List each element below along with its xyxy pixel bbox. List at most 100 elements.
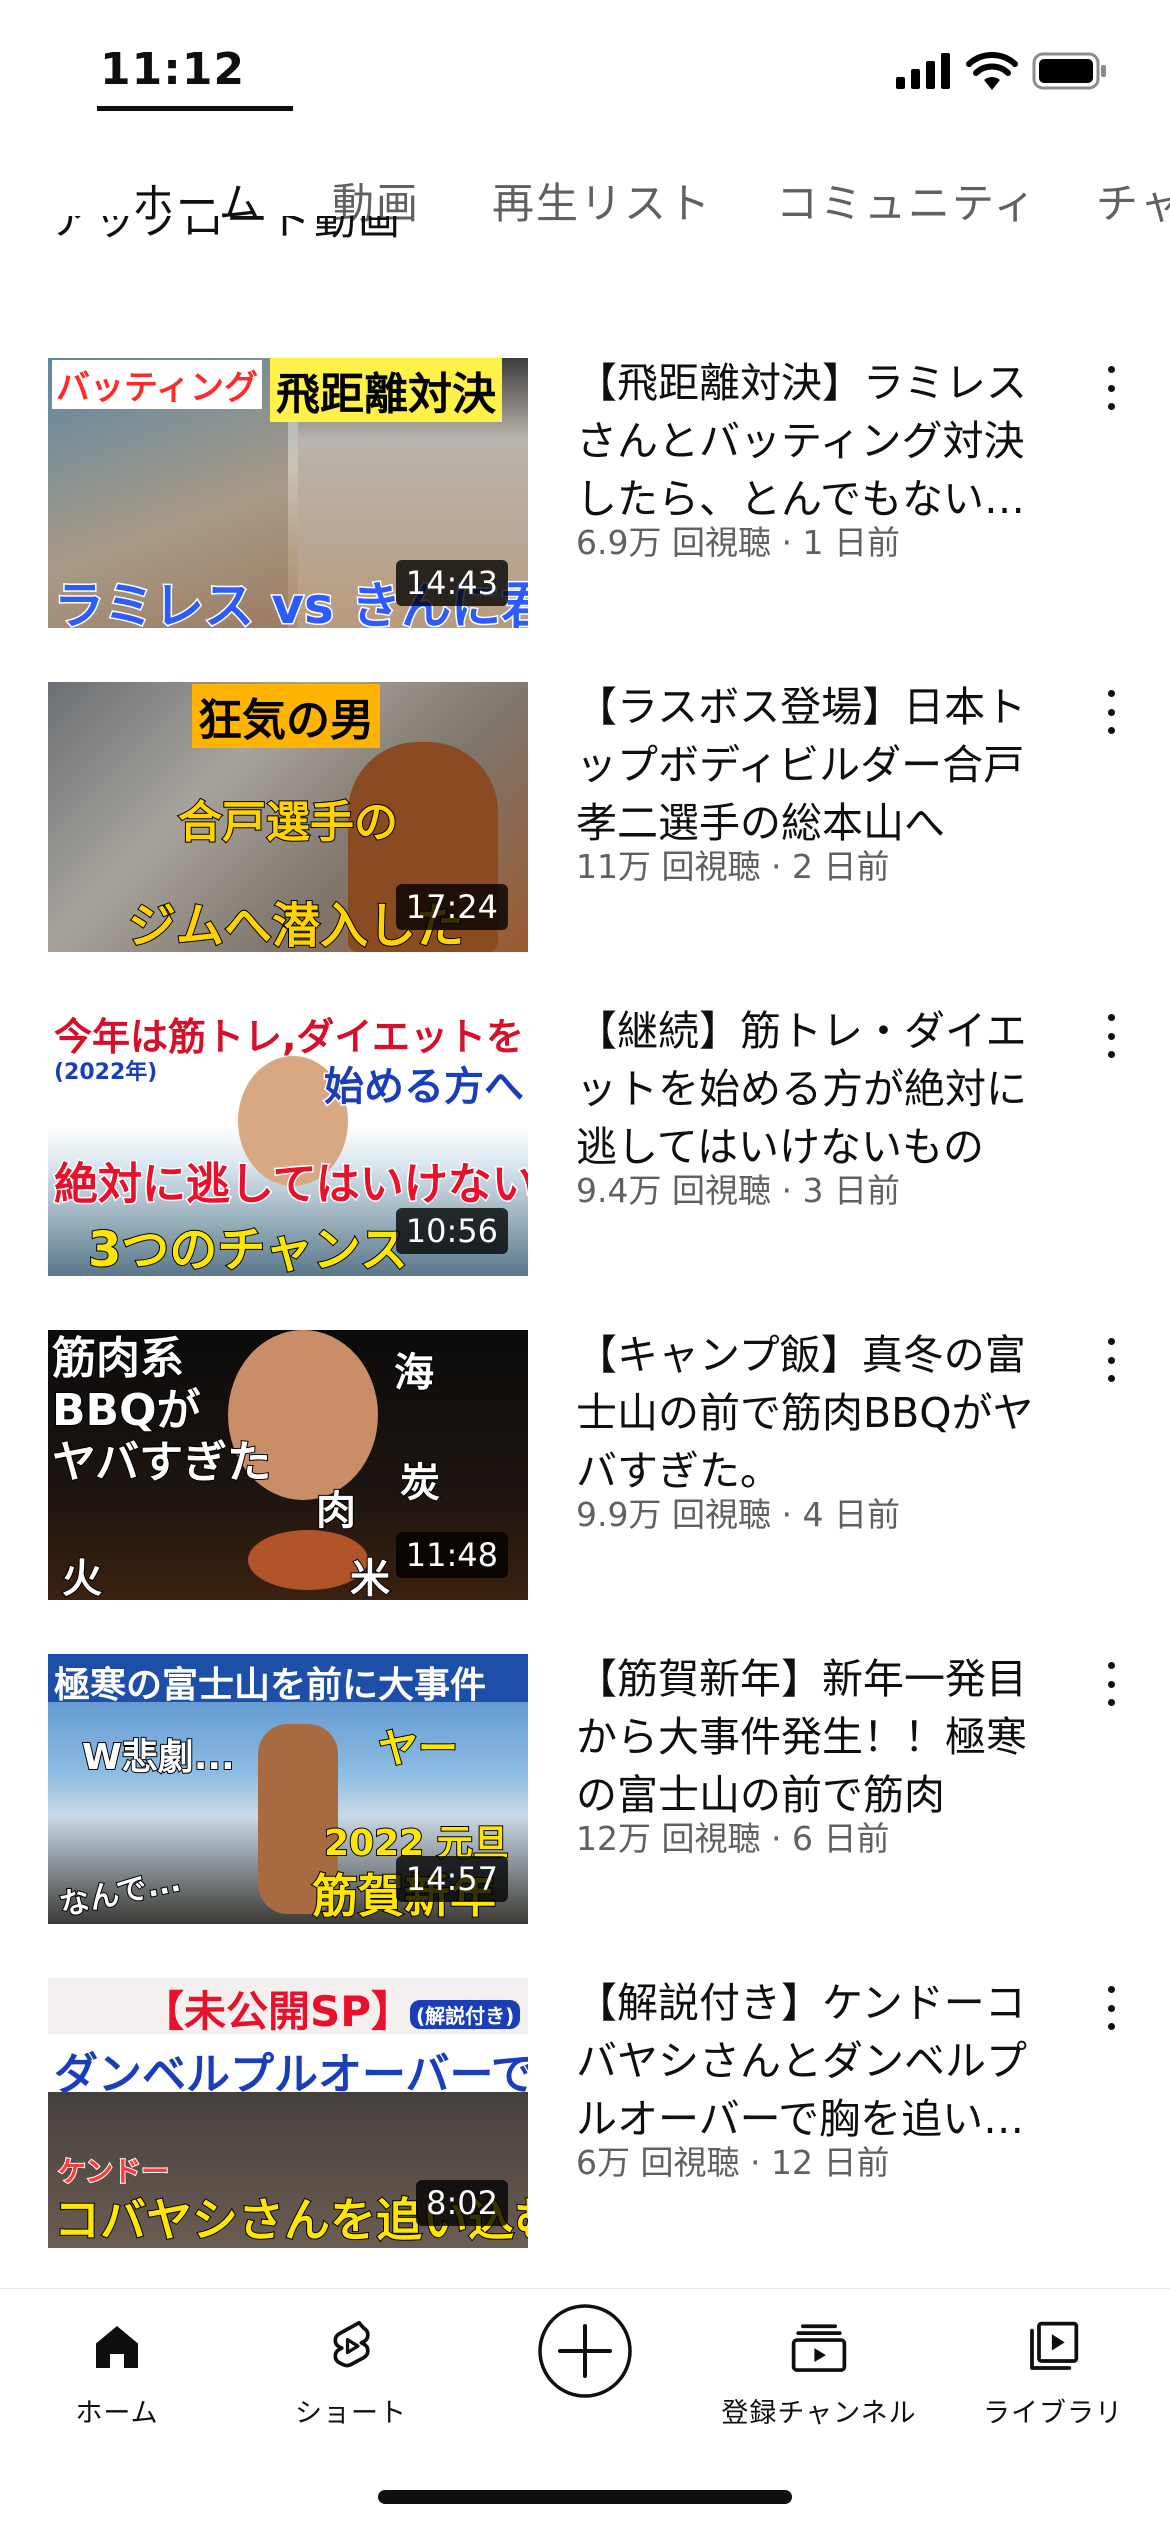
nav-label: ホーム [75,2398,159,2429]
upload-age: 12 日前 [770,2143,890,2182]
video-duration: 10:56 [395,1208,508,1254]
video-duration: 11:48 [395,1532,508,1578]
video-thumbnail[interactable]: 今年は筋トレ,ダイエットを (2022年) 始める方へ 絶対に逃してはいけない … [48,1006,528,1276]
view-count: 12万 回視聴 [576,1819,761,1858]
thumbnail-text: 極寒の富士山を前に大事件 [54,1665,487,1706]
section-title: アップロード動画 [50,216,403,244]
thumbnail-text: 狂気の男 [192,684,380,748]
thumbnail-text: ダンベルプルオーバーで [54,2049,528,2100]
more-options-icon[interactable] [1098,684,1124,740]
create-icon [538,2304,632,2398]
video-duration: 17:24 [395,884,508,930]
video-item[interactable]: 【未公開SP】 (解説付き) ダンベルプルオーバーで ケンドー コバヤシさんを追… [0,1978,1170,2302]
video-title[interactable]: 【筋賀新年】新年一発目から大事件発生！！極寒の富士山の前で筋肉 [576,1650,1036,1824]
video-metadata: 6.9万 回視聴 · 1 日前 [576,523,900,562]
nav-home[interactable]: ホーム [0,2309,234,2430]
tab-community[interactable]: コミュニティ [776,170,1037,231]
nav-create[interactable] [468,2303,702,2405]
nav-label: 登録チャンネル [721,2398,917,2429]
video-list: バッティング 飛距離対決 ラミレス vs きんに君 14:43 【飛距離対決】ラ… [0,358,1170,2302]
thumbnail-text: 筋肉系 [51,1333,185,1385]
status-bar: 11:12 [0,0,1170,140]
thumbnail-text: なんで... [55,1863,184,1924]
thumbnail-text: 海 [393,1349,435,1397]
thumbnail-text: W悲劇... [81,1736,236,1779]
thumbnail-text: BBQが [51,1385,201,1437]
tab-playlists[interactable]: 再生リスト [492,170,712,231]
video-title[interactable]: 【継続】筋トレ・ダイエットを始める方が絶対に逃してはいけないもの [576,1002,1036,1176]
battery-icon [1032,52,1106,90]
status-time: 11:12 [100,44,246,95]
library-icon [1030,2321,1079,2370]
upload-age: 1 日前 [802,523,900,562]
video-metadata: 12万 回視聴 · 6 日前 [576,1819,890,1858]
view-count: 9.4万 回視聴 [576,1171,771,1210]
video-thumbnail[interactable]: 筋肉系 BBQが ヤバすぎた 海 炭 肉 火 米 11:48 [48,1330,528,1600]
thumbnail-text: 3つのチャンス [87,1221,409,1276]
thumbnail-text: 火 [61,1555,103,1600]
tab-channels[interactable]: チャ [1096,170,1170,231]
home-indicator[interactable] [378,2490,792,2504]
thumbnail-text: ヤー [377,1725,459,1773]
view-count: 6万 回視聴 [576,2143,740,2182]
video-thumbnail[interactable]: バッティング 飛距離対決 ラミレス vs きんに君 14:43 [48,358,528,628]
thumbnail-text: バッティング [52,360,262,409]
section-header: アップロード動画 [50,216,402,276]
video-item[interactable]: バッティング 飛距離対決 ラミレス vs きんに君 14:43 【飛距離対決】ラ… [0,358,1170,682]
video-item[interactable]: 極寒の富士山を前に大事件 W悲劇... ヤー なんで... 2022 元旦 筋賀… [0,1654,1170,1978]
video-duration: 14:57 [395,1856,508,1902]
view-count: 11万 回視聴 [576,847,761,886]
status-icons [896,52,1108,90]
video-metadata: 6万 回視聴 · 12 日前 [576,2143,890,2182]
thumbnail-text: 飛距離対決 [270,358,502,422]
video-title[interactable]: 【飛距離対決】ラミレスさんとバッティング対決したら、とんでもない結果に [576,354,1036,528]
thumbnail-text: 今年は筋トレ,ダイエットを [54,1015,525,1059]
home-icon [96,2326,138,2368]
view-count: 9.9万 回視聴 [576,1495,771,1534]
video-item[interactable]: 筋肉系 BBQが ヤバすぎた 海 炭 肉 火 米 11:48 【キャンプ飯】真冬… [0,1330,1170,1654]
cellular-signal-icon [896,53,950,89]
more-options-icon[interactable] [1098,1656,1124,1712]
more-options-icon[interactable] [1098,1332,1124,1388]
thumbnail-text: 米 [349,1555,391,1600]
wifi-icon [966,52,1018,90]
thumbnail-text: 始める方へ [323,1063,526,1112]
video-title[interactable]: 【キャンプ飯】真冬の富士山の前で筋肉BBQがヤバすぎた。 [576,1326,1036,1500]
shorts-icon [333,2320,370,2368]
video-item[interactable]: 今年は筋トレ,ダイエットを (2022年) 始める方へ 絶対に逃してはいけない … [0,1006,1170,1330]
upload-age: 2 日前 [791,847,890,886]
active-tab-indicator [97,106,293,111]
video-thumbnail[interactable]: 狂気の男 合戸選手の ジムへ潜入した 17:24 [48,682,528,952]
nav-shorts[interactable]: ショート [234,2309,468,2430]
video-thumbnail[interactable]: 【未公開SP】 (解説付き) ダンベルプルオーバーで ケンドー コバヤシさんを追… [48,1978,528,2248]
more-options-icon[interactable] [1098,1980,1124,2036]
thumbnail-text: (解説付き) [410,2000,521,2029]
view-count: 6.9万 回視聴 [576,523,771,562]
nav-library[interactable]: ライブラリ [936,2309,1170,2430]
video-thumbnail[interactable]: 極寒の富士山を前に大事件 W悲劇... ヤー なんで... 2022 元旦 筋賀… [48,1654,528,1924]
video-item[interactable]: 狂気の男 合戸選手の ジムへ潜入した 17:24 【ラスボス登場】日本トップボデ… [0,682,1170,1006]
video-title[interactable]: 【ラスボス登場】日本トップボディビルダー合戸孝二選手の総本山へ [576,678,1036,852]
nav-label: ショート [295,2398,407,2429]
video-metadata: 9.9万 回視聴 · 4 日前 [576,1495,900,1534]
thumbnail-text: ヤバすぎた [51,1437,272,1489]
more-options-icon[interactable] [1098,1008,1124,1064]
nav-label: ライブラリ [983,2398,1123,2429]
nav-subscriptions[interactable]: 登録チャンネル [702,2309,936,2430]
video-duration: 8:02 [416,2180,508,2226]
more-options-icon[interactable] [1098,360,1124,416]
thumbnail-text: (2022年) [54,1060,158,1085]
thumbnail-text: 肉 [315,1487,357,1535]
video-metadata: 11万 回視聴 · 2 日前 [576,847,890,886]
upload-age: 6 日前 [791,1819,890,1858]
video-duration: 14:43 [395,560,508,606]
video-title[interactable]: 【解説付き】ケンドーコバヤシさんとダンベルプルオーバーで胸を追い込む [576,1974,1036,2148]
thumbnail-text: 炭 [399,1459,441,1507]
video-metadata: 9.4万 回視聴 · 3 日前 [576,1171,900,1210]
thumbnail-text: 絶対に逃してはいけない [53,1158,528,1212]
upload-age: 4 日前 [802,1495,900,1534]
thumbnail-text: 【未公開SP】 [142,1987,414,2036]
subscriptions-icon [791,2324,847,2372]
upload-age: 3 日前 [802,1171,900,1210]
thumbnail-text: 合戸選手の [177,796,399,849]
